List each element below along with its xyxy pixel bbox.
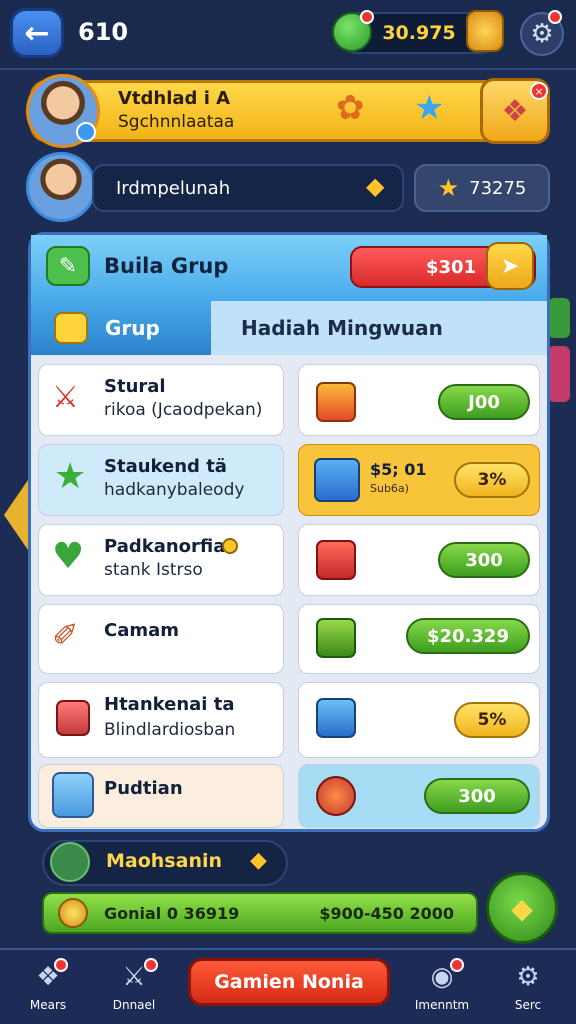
side-tab-green[interactable] xyxy=(548,298,570,338)
percent-button[interactable]: 3% xyxy=(454,462,530,498)
notification-dot xyxy=(450,958,464,972)
item-subtitle: Blindlardiosban xyxy=(104,720,236,740)
nav-label: Dnnael xyxy=(112,998,156,1012)
tab-label: Hadiah Mingwuan xyxy=(241,316,443,340)
crossed-tools-icon: ⚔ xyxy=(52,380,79,415)
avatar-icon xyxy=(52,772,94,818)
diamond-icon: ◆ xyxy=(250,848,267,873)
item-title: Camam xyxy=(104,620,180,641)
nav-item-imenntm[interactable]: ◉ Imenntm xyxy=(410,958,474,1012)
panel-title: Buila Grup xyxy=(104,254,229,278)
bonus-label: Maohsanin xyxy=(106,850,223,872)
claim-label: $20.329 xyxy=(427,625,509,647)
group-tab-icon xyxy=(54,312,88,344)
toy-icon: ❖ xyxy=(501,93,529,129)
item-subtitle: stank Istrso xyxy=(104,560,203,580)
player-name-field[interactable]: Irdmpelunah xyxy=(92,164,404,212)
diamond-icon: ◆ xyxy=(366,172,385,200)
arrow-right-icon: ➤ xyxy=(500,253,520,279)
brush-icon: ✐ xyxy=(52,616,79,654)
total-left: Gonial 0 36919 xyxy=(104,903,240,923)
gold-coin-icon[interactable] xyxy=(466,10,504,52)
scroll-left-arrow[interactable] xyxy=(4,480,28,550)
gear-icon: ⚙ xyxy=(530,19,554,49)
total-right: $900-450 2000 xyxy=(319,903,454,923)
level-label: 610 xyxy=(78,18,129,46)
coin-icon xyxy=(58,898,88,928)
nav-label: Serc xyxy=(514,998,542,1012)
red-value: $301 xyxy=(426,256,477,278)
sandwich-icon xyxy=(50,842,90,882)
item-title: Staukend tä xyxy=(104,456,227,477)
back-button[interactable]: ← xyxy=(10,8,64,58)
item-subtitle: rikoa (Jcaodpekan) xyxy=(104,400,263,420)
coin-amount: 30.975 xyxy=(382,22,456,44)
percent-label: 3% xyxy=(477,470,507,490)
item-title: Padkanorfia xyxy=(104,536,226,557)
notification-dot xyxy=(144,958,158,972)
claim-label: 300 xyxy=(458,785,496,807)
heart-gem-icon xyxy=(316,776,356,816)
profile-name: Vtdhlad i A xyxy=(118,88,231,109)
notification-dot xyxy=(54,958,68,972)
tab-weekly-rewards[interactable]: Hadiah Mingwuan xyxy=(211,301,547,355)
gift-box-icon xyxy=(316,382,356,422)
notification-dot xyxy=(360,10,374,24)
diamond-icon: ◆ xyxy=(511,891,533,925)
score-value: 73275 xyxy=(469,177,527,199)
gift-box-icon xyxy=(56,700,90,736)
play-label: Gamien Nonia xyxy=(214,971,364,993)
claim-button[interactable]: 300 xyxy=(424,778,530,814)
green-heart-icon: ♥ xyxy=(52,536,85,577)
item-title: Htankenai ta xyxy=(104,694,235,715)
swirl-icon[interactable]: ✿ xyxy=(336,88,365,128)
total-reward-bar[interactable]: Gonial 0 36919 $900-450 2000 xyxy=(42,892,478,934)
item-title: Stural xyxy=(104,376,166,397)
tab-label: Grup xyxy=(105,316,160,340)
percent-button[interactable]: 5% xyxy=(454,702,530,738)
claim-button[interactable]: $20.329 xyxy=(406,618,530,654)
nav-label: Mears xyxy=(29,998,67,1012)
nav-item-mears[interactable]: ❖ Mears xyxy=(16,958,80,1012)
edit-icon[interactable]: ✎ xyxy=(46,246,90,286)
player-name: Irdmpelunah xyxy=(116,177,231,199)
player-avatar-small[interactable] xyxy=(26,152,96,222)
claim-button[interactable]: 300 xyxy=(438,542,530,578)
score-display: ★ 73275 xyxy=(414,164,550,212)
star-icon: ★ xyxy=(437,174,460,202)
play-button[interactable]: Gamien Nonia xyxy=(188,958,390,1006)
close-icon[interactable]: × xyxy=(530,82,548,100)
coin-icon xyxy=(222,538,238,554)
nav-item-serc[interactable]: ⚙ Serc xyxy=(496,958,560,1012)
reward-sub: Sub6a) xyxy=(370,482,409,495)
collect-round-button[interactable]: ◆ xyxy=(486,872,558,944)
item-title: Pudtian xyxy=(104,778,183,799)
gear-icon: ⚙ xyxy=(516,962,540,992)
reward-value: $5; 01 xyxy=(370,460,427,479)
blue-crate-icon xyxy=(314,458,360,502)
claim-label: 300 xyxy=(465,549,503,571)
blue-star-icon[interactable]: ★ xyxy=(414,88,444,128)
profile-banner[interactable] xyxy=(30,80,550,142)
arrow-left-icon: ← xyxy=(24,15,50,51)
green-star-icon: ★ xyxy=(54,456,87,497)
claim-button[interactable]: J00 xyxy=(438,384,530,420)
item-subtitle: hadkanybaleody xyxy=(104,480,245,500)
profile-subtitle: Sgchnnlaataa xyxy=(118,112,235,132)
claim-label: J00 xyxy=(468,391,500,413)
blue-crate-icon xyxy=(316,698,356,738)
settings-badge xyxy=(548,10,562,24)
red-crate-icon xyxy=(316,540,356,580)
percent-label: 5% xyxy=(477,710,507,730)
green-crate-icon xyxy=(316,618,356,658)
verified-badge-icon xyxy=(76,122,96,142)
nav-label: Imenntm xyxy=(414,998,470,1012)
side-tab-red[interactable] xyxy=(548,346,570,402)
go-button[interactable]: ➤ xyxy=(486,242,534,290)
